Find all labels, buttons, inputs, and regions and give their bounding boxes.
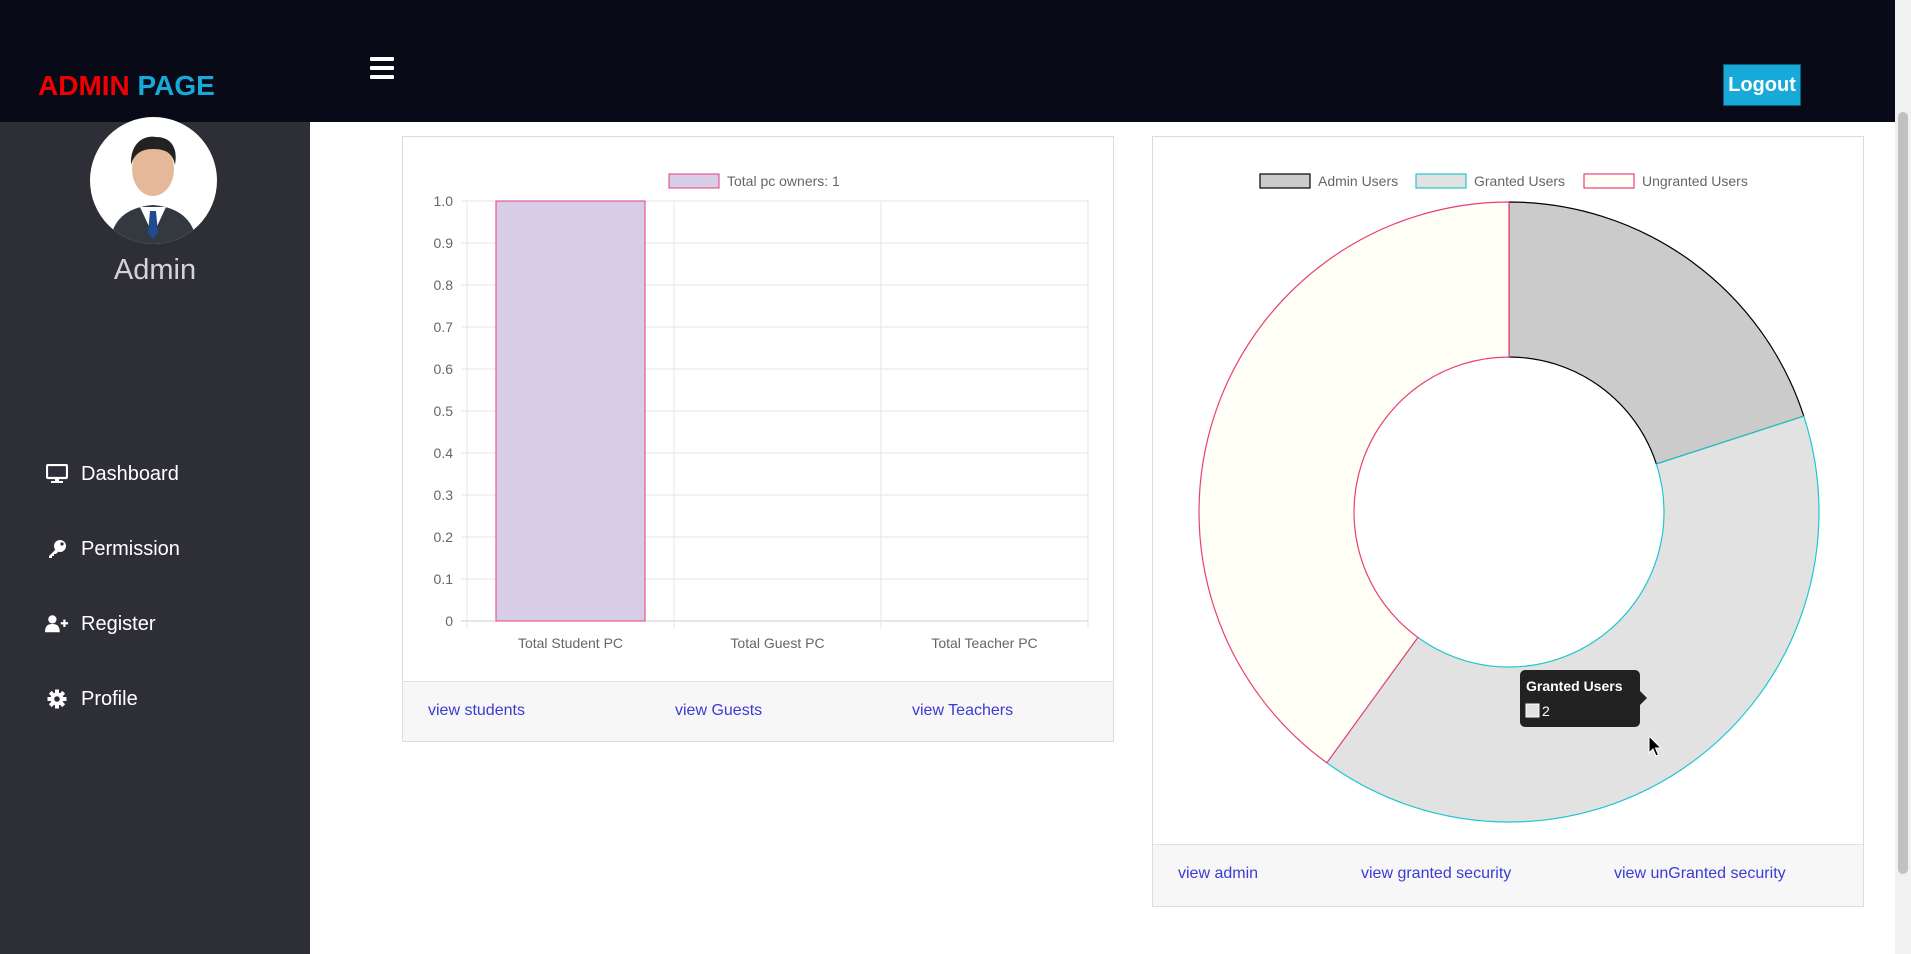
donut-slice	[1508, 201, 1805, 465]
legend-swatch	[1259, 173, 1311, 189]
brand-text-page: PAGE	[137, 70, 215, 101]
y-tick-label: 0.2	[434, 529, 454, 545]
avatar	[90, 117, 217, 244]
y-tick-label: 1.0	[434, 193, 454, 209]
gear-icon	[45, 687, 69, 711]
sidebar-item-label: Profile	[81, 687, 138, 710]
legend-swatch	[1415, 173, 1467, 189]
legend-swatch	[668, 173, 720, 189]
sidebar: Admin Dashboard Permission Register Prof…	[0, 117, 310, 954]
y-tick-label: 0.7	[434, 319, 454, 335]
donut-slice	[1325, 415, 1820, 823]
legend-label: Ungranted Users	[1642, 173, 1748, 189]
y-tick-label: 0.4	[434, 445, 454, 461]
tooltip-title: Granted Users	[1526, 678, 1623, 694]
sidebar-item-register[interactable]: Register	[45, 604, 155, 644]
sidebar-item-label: Permission	[81, 537, 180, 560]
user-plus-icon	[45, 612, 69, 636]
scrollbar-thumb[interactable]	[1898, 112, 1908, 874]
sidebar-item-label: Dashboard	[81, 462, 179, 485]
users-card: Admin Users Granted Users Ungranted Users G…	[1152, 136, 1864, 907]
sidebar-item-permission[interactable]: Permission	[45, 529, 180, 569]
logout-button[interactable]: Logout	[1723, 64, 1801, 106]
chart-tooltip: Granted Users 2	[1520, 670, 1647, 727]
legend-swatch	[1583, 173, 1635, 189]
legend-label: Total pc owners: 1	[727, 173, 840, 189]
view-teachers-link[interactable]: view Teachers	[912, 702, 1013, 720]
donut-chart: Admin Users Granted Users Ungranted Users G…	[1198, 173, 1820, 823]
view-granted-security-link[interactable]: view granted security	[1361, 865, 1511, 883]
view-guests-link[interactable]: view Guests	[675, 702, 762, 720]
view-ungranted-security-link[interactable]: view unGranted security	[1614, 865, 1786, 883]
bar	[495, 200, 646, 622]
monitor-icon	[45, 462, 69, 486]
legend-label: Admin Users	[1318, 173, 1398, 189]
brand-text-admin: ADMIN	[38, 70, 130, 101]
tooltip-swatch	[1525, 703, 1540, 718]
pc-owners-card: Total pc owners: 1 0 0.1 0.2 0.3 0.4 0.5 0.6 0.7…	[402, 136, 1114, 742]
sidebar-item-dashboard[interactable]: Dashboard	[45, 454, 179, 494]
x-tick-label: Total Guest PC	[730, 635, 824, 651]
y-tick-label: 0.8	[434, 277, 454, 293]
y-tick-label: 0.6	[434, 361, 454, 377]
y-tick-label: 0.9	[434, 235, 454, 251]
y-tick-label: 0	[445, 613, 453, 629]
view-admin-link[interactable]: view admin	[1178, 865, 1258, 883]
view-students-link[interactable]: view students	[428, 702, 525, 720]
page-scrollbar[interactable]	[1895, 0, 1911, 954]
sidebar-item-profile[interactable]: Profile	[45, 679, 138, 719]
y-tick-label: 0.3	[434, 487, 454, 503]
x-tick-label: Total Student PC	[518, 635, 623, 651]
card-footer: view admin view granted security view un…	[1153, 844, 1863, 906]
key-icon	[45, 537, 69, 561]
menu-toggle-icon[interactable]	[370, 57, 394, 79]
mouse-cursor-icon	[1648, 735, 1662, 757]
y-tick-label: 0.1	[434, 571, 454, 587]
bar-chart: Total pc owners: 1 0 0.1 0.2 0.3 0.4 0.5 0.6 0.7…	[434, 173, 1089, 651]
top-navbar: ADMIN PAGE Logout	[0, 0, 1895, 122]
card-footer: view students view Guests view Teachers	[403, 681, 1113, 741]
x-tick-label: Total Teacher PC	[931, 635, 1037, 651]
brand-logo[interactable]: ADMIN PAGE	[38, 70, 215, 102]
legend-label: Granted Users	[1474, 173, 1565, 189]
y-tick-label: 0.5	[434, 403, 454, 419]
tooltip-value: 2	[1542, 703, 1550, 719]
profile-name: Admin	[113, 254, 197, 286]
sidebar-item-label: Register	[81, 612, 156, 635]
